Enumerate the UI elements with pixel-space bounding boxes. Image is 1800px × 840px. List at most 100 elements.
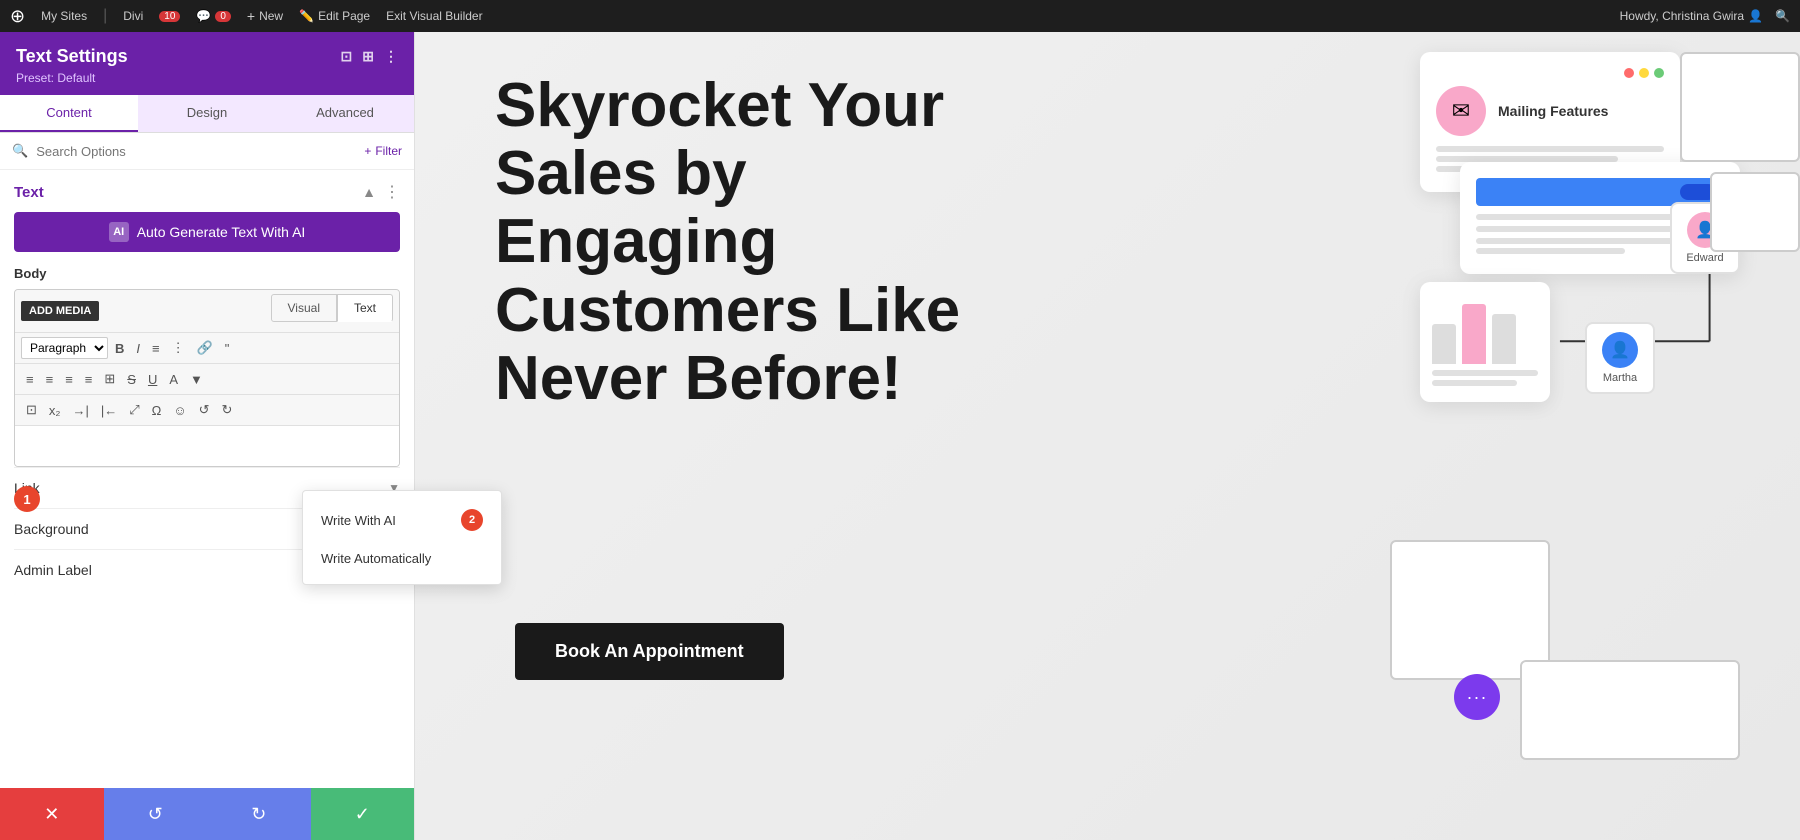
martha-card: 👤 Martha [1585, 322, 1655, 394]
collapse-icon[interactable]: ▲ [362, 184, 376, 200]
blockquote-button[interactable]: " [220, 338, 235, 359]
special-char-button[interactable]: Ω [147, 400, 167, 421]
ai-generate-button[interactable]: AI Auto Generate Text With AI [14, 212, 400, 252]
admin-label-title: Admin Label [14, 562, 92, 578]
mock-line-7 [1476, 248, 1625, 254]
emoji-button[interactable]: ☺ [168, 400, 191, 421]
chart-bar-3 [1492, 314, 1516, 364]
divi-label: Divi [123, 9, 143, 23]
bottom-right-card-2 [1520, 660, 1740, 760]
section-controls: ▲ ⋮ [362, 182, 400, 202]
exit-builder-menu[interactable]: Exit Visual Builder [386, 9, 483, 23]
filter-button[interactable]: + Filter [364, 144, 402, 158]
indent-button[interactable]: →| [67, 400, 93, 421]
right-panel-card-1 [1680, 52, 1800, 162]
hero-heading: Skyrocket Your Sales by Engaging Custome… [495, 72, 975, 413]
paragraph-select[interactable]: Paragraph [21, 337, 108, 359]
ai-button-label: Auto Generate Text With AI [137, 224, 306, 240]
table-button[interactable]: ⊞ [99, 368, 120, 390]
panel-tabs: Content Design Advanced [0, 95, 414, 133]
editor-content[interactable] [15, 426, 399, 466]
edit-page-menu[interactable]: ✏️ Edit Page [299, 9, 370, 23]
ui-mockups: ✉ Mailing Features [1280, 32, 1800, 840]
body-label: Body [14, 266, 400, 281]
mailing-title: Mailing Features [1498, 103, 1608, 119]
write-with-ai-option[interactable]: Write With AI 2 [303, 499, 501, 541]
text-tab[interactable]: Text [337, 294, 393, 322]
main-area: Text Settings ⊡ ⊞ ⋮ Preset: Default Cont… [0, 32, 1800, 840]
wp-admin-bar: ⊕ My Sites | Divi 10 💬 0 + New ✏️ Edit P… [0, 0, 1800, 32]
yellow-dot [1639, 68, 1649, 78]
undo-history-button[interactable]: ↺ [104, 788, 208, 840]
align-right-button[interactable]: ≡ [60, 369, 78, 390]
floating-action-button[interactable]: ··· [1454, 674, 1500, 720]
panel-title-icons: ⊡ ⊞ ⋮ [341, 48, 398, 65]
search-icon: 🔍 [12, 143, 28, 159]
add-media-button[interactable]: ADD MEDIA [21, 301, 99, 321]
search-input[interactable] [36, 144, 356, 159]
italic-button[interactable]: I [131, 338, 145, 359]
more-icon[interactable]: ⋮ [384, 48, 398, 65]
edward-name: Edward [1684, 252, 1726, 264]
redo-history-button[interactable]: ↻ [207, 788, 311, 840]
align-justify-button[interactable]: ≡ [80, 369, 98, 390]
green-dot [1654, 68, 1664, 78]
focus-icon[interactable]: ⊡ [341, 48, 353, 65]
search-bar: 🔍 + Filter [0, 133, 414, 170]
tab-advanced[interactable]: Advanced [276, 95, 414, 132]
plus-icon: + [247, 8, 255, 24]
bold-button[interactable]: B [110, 338, 129, 359]
panel-bottom-buttons: ✕ ↺ ↻ ✓ [0, 788, 414, 840]
fullscreen-button[interactable]: ⤢ [124, 399, 144, 421]
save-button[interactable]: ✓ [311, 788, 415, 840]
section-more-icon[interactable]: ⋮ [384, 182, 400, 202]
unordered-list-button[interactable]: ≡ [147, 338, 165, 359]
divi-menu[interactable]: Divi [123, 9, 143, 23]
paste-button[interactable]: ⊡ [21, 399, 42, 421]
chart-bars [1432, 294, 1538, 364]
cancel-button[interactable]: ✕ [0, 788, 104, 840]
formatting-row-3: ⊡ x₂ →| |← ⤢ Ω ☺ ↺ ↻ [15, 395, 399, 426]
redo-button[interactable]: ↻ [217, 399, 238, 421]
formatting-row-1: Paragraph B I ≡ ⋮ 🔗 " [15, 333, 399, 364]
step-2-badge: 2 [461, 509, 483, 531]
layout-icon[interactable]: ⊞ [362, 48, 374, 65]
user-greeting[interactable]: Howdy, Christina Gwira 👤 [1620, 9, 1763, 23]
undo-button[interactable]: ↺ [194, 399, 215, 421]
underline-button[interactable]: U [143, 369, 162, 390]
search-icon[interactable]: 🔍 [1775, 9, 1790, 23]
tab-design[interactable]: Design [138, 95, 276, 132]
new-content-menu[interactable]: + New [247, 8, 283, 24]
ordered-list-button[interactable]: ⋮ [167, 337, 190, 359]
editor-area: ADD MEDIA Visual Text Paragraph B I ≡ ⋮ [14, 289, 400, 467]
write-automatically-option[interactable]: Write Automatically [303, 541, 501, 576]
updates-menu[interactable]: 10 [159, 11, 180, 22]
text-color-button[interactable]: A [164, 369, 183, 390]
comments-menu[interactable]: 💬 0 [196, 9, 231, 23]
new-label: New [259, 9, 283, 23]
mock-line-1 [1436, 146, 1664, 152]
visual-tab[interactable]: Visual [271, 294, 337, 322]
text-section-header: Text ▲ ⋮ [14, 182, 400, 202]
align-left-button[interactable]: ≡ [21, 369, 39, 390]
subscript-button[interactable]: x₂ [44, 400, 66, 421]
wordpress-logo-icon[interactable]: ⊕ [10, 6, 25, 27]
strikethrough-button[interactable]: S [122, 369, 141, 390]
book-appointment-button[interactable]: Book An Appointment [515, 623, 784, 680]
dropdown-arrow-button[interactable]: ▼ [185, 369, 208, 390]
main-content-area: Skyrocket Your Sales by Engaging Custome… [415, 32, 1800, 840]
chart-line-2 [1432, 380, 1517, 386]
admin-bar-right: Howdy, Christina Gwira 👤 🔍 [1620, 9, 1790, 23]
my-sites-menu[interactable]: My Sites [41, 9, 87, 23]
align-center-button[interactable]: ≡ [41, 369, 59, 390]
formatting-row-2: ≡ ≡ ≡ ≡ ⊞ S U A ▼ [15, 364, 399, 395]
mailing-card-header: ✉ Mailing Features [1436, 86, 1664, 136]
exit-builder-label: Exit Visual Builder [386, 9, 483, 23]
outdent-button[interactable]: |← [96, 400, 122, 421]
tab-content[interactable]: Content [0, 95, 138, 132]
link-button[interactable]: 🔗 [192, 337, 218, 359]
text-section-title: Text [14, 184, 44, 201]
editor-tabs: Visual Text [271, 294, 393, 322]
hero-text-container: Skyrocket Your Sales by Engaging Custome… [495, 72, 975, 413]
panel-title-text: Text Settings [16, 46, 128, 67]
